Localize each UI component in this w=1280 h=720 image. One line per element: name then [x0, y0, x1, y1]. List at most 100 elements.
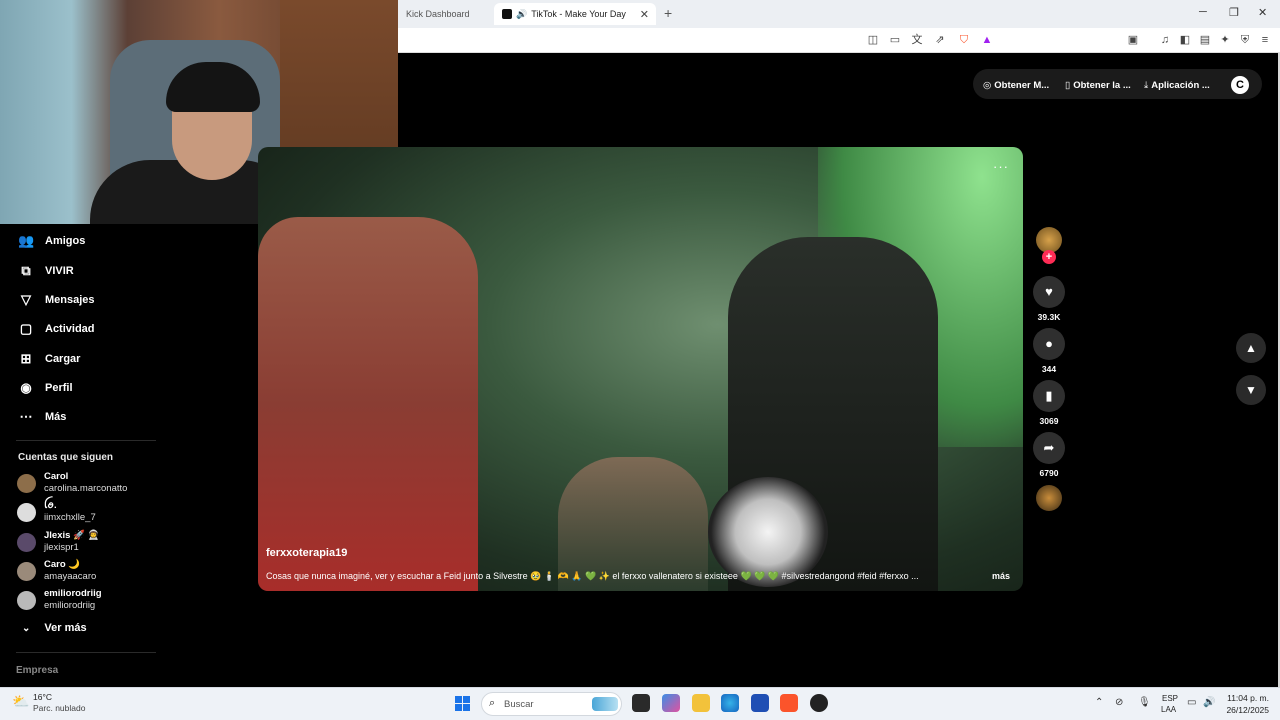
like-count: 39.3K [1037, 312, 1061, 322]
weather-condition[interactable]: Parc. nublado [33, 703, 85, 713]
screen: Kick Dashboard 🔊 TikTok - Make Your Day … [0, 0, 1280, 720]
previous-video-button[interactable]: ▲ [1236, 333, 1266, 363]
nav-label: Perfil [45, 382, 73, 394]
messages-icon: ▽ [21, 292, 31, 307]
video-menu-button[interactable]: ··· [993, 159, 1009, 174]
see-more-button[interactable]: ⌄ Ver más [22, 622, 87, 634]
following-account[interactable]: Carol carolina.marconatto [17, 469, 127, 497]
network-off-icon[interactable]: ⊘ [1115, 697, 1123, 708]
weather-icon[interactable]: ⛅ [12, 693, 29, 710]
nav-actividad[interactable]: ▢ Actividad [18, 318, 95, 340]
tray-chevron-icon[interactable]: ⌃ [1095, 697, 1103, 708]
brave-shield-icon[interactable]: ⛉ [957, 33, 971, 47]
volume-icon[interactable]: 🔊 [1203, 697, 1215, 708]
caption-more-button[interactable]: más [992, 571, 1010, 581]
speaker-icon[interactable]: 🔊 [516, 9, 527, 20]
start-button[interactable] [455, 696, 470, 711]
following-account[interactable]: ꪶꪮ. iimxchxlle_7 [17, 498, 96, 526]
like-button[interactable]: ♥ [1033, 276, 1065, 308]
video-performer-left [258, 217, 478, 591]
following-account[interactable]: Jlexis 🚀 👨‍🚀 jlexispr1 [17, 528, 99, 556]
vpn-icon[interactable]: ⛨ [1238, 33, 1252, 47]
windows-logo-icon [463, 696, 470, 703]
save-count: 3069 [1039, 416, 1059, 426]
account-handle: jlexispr1 [44, 542, 79, 553]
nav-vivir[interactable]: ⧉ VIVIR [18, 260, 74, 282]
get-coins-label: Obtener M... [994, 80, 1050, 91]
rewards-icon[interactable]: ▲ [980, 33, 994, 47]
display-icon[interactable]: ▭ [1187, 697, 1196, 708]
video-player[interactable]: ··· ferxxoterapia19 Cosas que nunca imag… [258, 147, 1023, 591]
sidebar-icon[interactable]: ◧ [1178, 33, 1192, 47]
restore-button[interactable]: ❐ [1229, 6, 1239, 19]
cast-icon[interactable]: ▭ [888, 33, 902, 47]
edge-icon[interactable] [721, 694, 739, 712]
file-explorer-icon[interactable] [692, 694, 710, 712]
heart-icon: ♥ [1045, 284, 1053, 299]
share-button[interactable]: ➦ [1033, 432, 1065, 464]
nav-cargar[interactable]: ⊞ Cargar [18, 348, 81, 370]
nav-label: VIVIR [45, 265, 74, 277]
clock-time[interactable]: 11:04 p. m. [1227, 693, 1269, 703]
tabs-icon[interactable]: ▣ [1126, 33, 1140, 47]
activity-icon: ▢ [19, 321, 33, 336]
music-disc-icon[interactable] [1036, 485, 1062, 511]
brave-icon[interactable] [780, 694, 798, 712]
follow-plus-icon[interactable]: + [1042, 250, 1056, 264]
keyboard-layout[interactable]: LAA [1161, 705, 1176, 714]
clock-date[interactable]: 26/12/2025 [1218, 705, 1269, 715]
save-button[interactable]: ▮ [1033, 380, 1065, 412]
music-icon[interactable]: ♫ [1158, 33, 1172, 47]
tab-label: Kick Dashboard [406, 9, 470, 19]
close-window-button[interactable]: ✕ [1258, 6, 1267, 19]
minimize-button[interactable]: ─ [1199, 6, 1207, 18]
following-account[interactable]: emiliorodriig emiliorodriig [17, 586, 102, 614]
nav-mas[interactable]: ⋯ Más [18, 406, 67, 428]
following-account[interactable]: Caro 🌙 amayaacaro [17, 557, 96, 585]
reader-icon[interactable]: ◫ [866, 33, 880, 47]
friends-icon: 👥 [18, 233, 35, 248]
new-tab-button[interactable]: + [664, 5, 672, 21]
tab-tiktok[interactable]: 🔊 TikTok - Make Your Day ✕ [494, 3, 656, 25]
leo-icon[interactable]: ✦ [1218, 33, 1232, 47]
microphone-icon[interactable]: 🎙 [1138, 697, 1151, 708]
get-coins-button[interactable]: ◎ Obtener M... [983, 80, 1049, 91]
tab-kick-dashboard[interactable]: Kick Dashboard [398, 3, 494, 25]
divider [16, 440, 156, 441]
chevron-down-icon: ▼ [1245, 383, 1257, 397]
share-icon[interactable]: ⇗ [933, 33, 947, 47]
copilot-icon[interactable] [662, 694, 680, 712]
tiktok-favicon-icon [502, 9, 512, 19]
comment-icon: ● [1045, 336, 1053, 351]
obs-icon[interactable] [810, 694, 828, 712]
wallet-icon[interactable]: ▤ [1198, 33, 1212, 47]
avatar [17, 532, 36, 552]
translate-icon[interactable]: 文 [910, 33, 924, 47]
weather-temp[interactable]: 16°C [33, 692, 52, 702]
close-tab-icon[interactable]: ✕ [640, 8, 649, 21]
download-app-button[interactable]: ⤓ Aplicación ... [1144, 80, 1210, 91]
profile-avatar[interactable]: C [1231, 76, 1249, 94]
coin-icon: ◎ [983, 80, 992, 91]
nav-mensajes[interactable]: ▽ Mensajes [18, 289, 95, 311]
video-author[interactable]: ferxxoterapia19 [266, 547, 347, 559]
task-view-icon[interactable] [632, 694, 650, 712]
video-caption: Cosas que nunca imaginé, ver y escuchar … [266, 571, 919, 581]
comment-count: 344 [1041, 364, 1057, 374]
comment-button[interactable]: ● [1033, 328, 1065, 360]
nav-amigos[interactable]: 👥 Amigos [18, 230, 85, 252]
nav-perfil[interactable]: ◉ Perfil [18, 377, 73, 399]
avatar [17, 502, 36, 522]
account-handle: carolina.marconatto [44, 483, 128, 494]
windows-logo-icon [455, 696, 462, 703]
get-app-button[interactable]: ▯ Obtener la ... [1065, 80, 1131, 91]
taskbar-search[interactable]: ⌕ Buscar [481, 692, 622, 716]
get-app-label: Obtener la ... [1073, 80, 1131, 91]
next-video-button[interactable]: ▼ [1236, 375, 1266, 405]
store-icon[interactable] [751, 694, 769, 712]
company-link[interactable]: Empresa [16, 665, 58, 676]
language-code[interactable]: ESP [1162, 694, 1178, 703]
search-placeholder: Buscar [504, 699, 534, 710]
menu-icon[interactable]: ≡ [1258, 33, 1272, 47]
share-count: 6790 [1039, 468, 1059, 478]
